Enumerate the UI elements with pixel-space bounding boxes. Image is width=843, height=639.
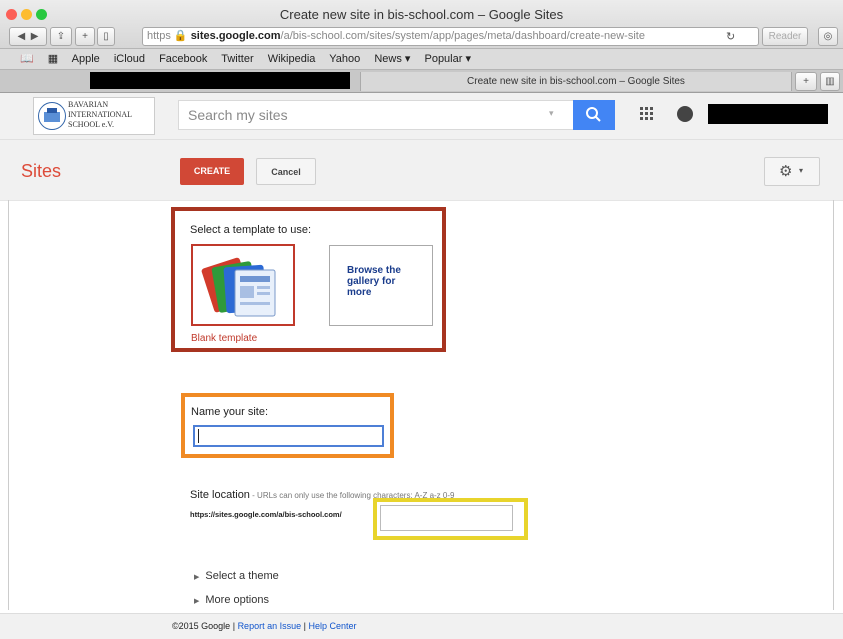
search-input[interactable]: Search my sites bbox=[188, 107, 288, 123]
search-button[interactable] bbox=[573, 100, 615, 130]
top-sites-icon[interactable]: ▦ bbox=[48, 53, 58, 65]
address-bar[interactable]: https 🔒 sites.google.com/a/bis-school.co… bbox=[142, 27, 759, 46]
page-border-left bbox=[8, 200, 9, 610]
reader-button[interactable]: Reader bbox=[762, 27, 808, 46]
bookmark-item[interactable]: Twitter bbox=[221, 53, 253, 65]
footer: ©2015 Google | Report an Issue | Help Ce… bbox=[0, 613, 843, 639]
page-border-right bbox=[833, 200, 834, 610]
footer-separator: | bbox=[303, 621, 306, 631]
blank-template-option[interactable] bbox=[191, 244, 295, 326]
bookmark-item[interactable]: News ▾ bbox=[374, 53, 410, 65]
apps-grid-icon[interactable] bbox=[640, 107, 654, 124]
more-options-label: More options bbox=[205, 594, 269, 606]
url-path: /a/bis-school.com/sites/system/app/pages… bbox=[280, 30, 645, 42]
add-tab-icon[interactable]: + bbox=[795, 72, 817, 91]
window-title: Create new site in bis-school.com – Goog… bbox=[279, 7, 564, 22]
sites-toolbar bbox=[0, 140, 843, 201]
location-label: Site location bbox=[190, 489, 250, 501]
search-field[interactable]: Search my sites ▾ bbox=[178, 100, 574, 130]
logo-line: BAVARIAN bbox=[68, 100, 109, 109]
sidebar-icon[interactable]: ▯ bbox=[97, 27, 115, 46]
more-options-toggle[interactable]: ▶ More options bbox=[194, 594, 269, 607]
search-dropdown-icon[interactable]: ▾ bbox=[549, 108, 554, 119]
new-tab-button[interactable]: + bbox=[75, 27, 95, 46]
share-icon[interactable]: ⇪ bbox=[50, 27, 72, 46]
school-logo[interactable]: BAVARIAN INTERNATIONAL SCHOOL e.V. bbox=[33, 97, 155, 135]
app-title[interactable]: Sites bbox=[21, 161, 61, 182]
template-heading: Select a template to use: bbox=[190, 224, 312, 236]
reading-list-icon[interactable]: 📖 bbox=[20, 53, 34, 65]
report-issue-link[interactable]: Report an Issue bbox=[238, 621, 302, 631]
select-theme-toggle[interactable]: ▶ Select a theme bbox=[194, 570, 279, 582]
notifications-icon[interactable] bbox=[677, 106, 693, 122]
logo-line: SCHOOL e.V. bbox=[68, 120, 115, 129]
logo-line: INTERNATIONAL bbox=[68, 110, 132, 119]
bookmark-item[interactable]: Yahoo bbox=[329, 53, 360, 65]
footer-copyright: ©2015 Google bbox=[172, 621, 231, 631]
active-tab[interactable]: Create new site in bis-school.com – Goog… bbox=[360, 72, 792, 91]
sites-template-icon bbox=[201, 257, 276, 317]
location-prefix: https://sites.google.com/a/bis-school.co… bbox=[190, 510, 342, 519]
redacted-tab[interactable] bbox=[90, 72, 350, 89]
browse-gallery-label[interactable]: Browse the gallery for more bbox=[347, 265, 417, 298]
bookmark-item[interactable]: Facebook bbox=[159, 53, 207, 65]
browse-gallery-option[interactable]: Browse the gallery for more bbox=[329, 245, 433, 326]
select-theme-label: Select a theme bbox=[205, 570, 279, 582]
cancel-button[interactable]: Cancel bbox=[256, 158, 316, 185]
bookmark-item[interactable]: Apple bbox=[72, 53, 100, 65]
gear-icon: ⚙ bbox=[779, 163, 793, 180]
bookmark-item[interactable]: Popular ▾ bbox=[424, 53, 471, 65]
tab-overview-icon[interactable]: ▥ bbox=[820, 72, 840, 91]
expand-arrow-icon: ▶ bbox=[194, 598, 200, 605]
chevron-down-icon: ▾ bbox=[799, 166, 804, 175]
bookmark-item[interactable]: Wikipedia bbox=[268, 53, 316, 65]
help-center-link[interactable]: Help Center bbox=[308, 621, 356, 631]
lock-icon: 🔒 bbox=[173, 30, 188, 42]
bookmark-item[interactable]: iCloud bbox=[114, 53, 145, 65]
footer-separator: | bbox=[232, 621, 236, 631]
search-icon bbox=[586, 107, 601, 122]
name-label: Name your site: bbox=[191, 406, 269, 418]
school-crest-icon bbox=[38, 102, 66, 130]
reload-icon[interactable]: ↻ bbox=[726, 30, 735, 43]
url-scheme: https bbox=[147, 30, 171, 42]
text-cursor bbox=[198, 429, 199, 443]
downloads-icon[interactable]: ◎ bbox=[818, 27, 838, 46]
blank-template-label[interactable]: Blank template bbox=[191, 333, 257, 344]
redacted-account[interactable] bbox=[708, 104, 828, 124]
url-domain: sites.google.com bbox=[190, 30, 281, 42]
expand-arrow-icon: ▶ bbox=[194, 574, 200, 581]
create-button[interactable]: CREATE bbox=[180, 158, 244, 185]
location-highlight bbox=[373, 498, 528, 540]
bookmarks-bar: 📖 ▦ Apple iCloud Facebook Twitter Wikipe… bbox=[0, 49, 843, 70]
settings-button[interactable]: ⚙ ▾ bbox=[764, 157, 820, 186]
site-name-input[interactable] bbox=[193, 425, 384, 447]
back-forward-buttons[interactable]: ◀ ▶ bbox=[9, 27, 47, 46]
